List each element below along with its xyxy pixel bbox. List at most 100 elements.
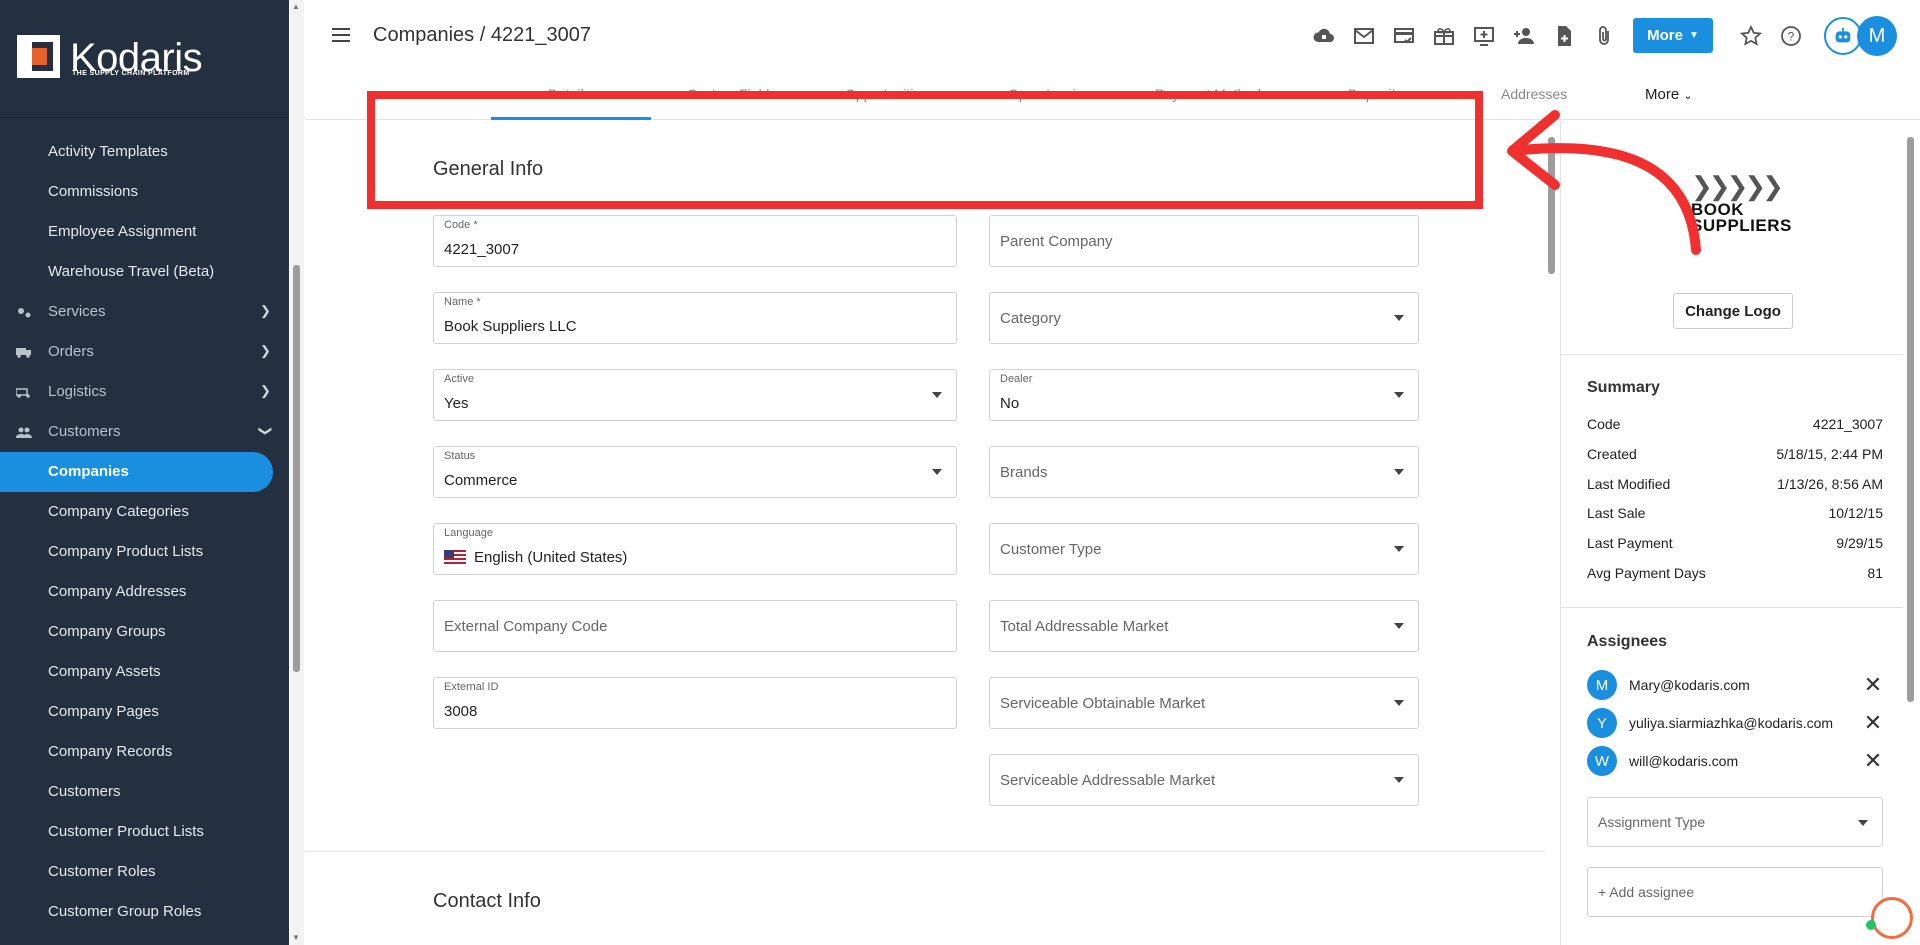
truck-icon: [16, 345, 32, 358]
code-field[interactable]: Code * 4221_3007: [433, 215, 957, 267]
logo-area[interactable]: Kodaris THE SUPPLY CHAIN PLATFORM: [0, 0, 289, 118]
summary-value: 4221_3007: [1812, 416, 1883, 432]
language-field[interactable]: Language English (United States): [433, 523, 957, 575]
sidebar-item-label: Customer Roles: [48, 862, 156, 880]
chevron-down-icon: [932, 392, 942, 398]
field-placeholder: Customer Type: [1000, 541, 1102, 558]
dealer-select[interactable]: Dealer No: [989, 369, 1419, 421]
sidebar-item-services[interactable]: Services ❯: [0, 291, 289, 331]
summary-row: Last Payment 9/29/15: [1587, 535, 1883, 551]
sidebar-item-label: Company Product Lists: [48, 542, 204, 560]
sidebar-item-customers[interactable]: Customers ❯: [0, 411, 289, 451]
more-button[interactable]: More ▼: [1633, 18, 1713, 53]
services-icon: [16, 305, 32, 318]
sidebar-item-warehouse-travel-beta[interactable]: Warehouse Travel (Beta): [0, 251, 289, 291]
close-icon[interactable]: ✕: [1863, 672, 1883, 698]
add-assignee-input[interactable]: + Add assignee: [1587, 867, 1883, 917]
category-select[interactable]: Category: [989, 292, 1419, 344]
assignees-title: Assignees: [1587, 633, 1668, 650]
field-placeholder: Total Addressable Market: [1000, 618, 1169, 635]
help-icon[interactable]: ?: [1779, 24, 1803, 48]
sidebar-item-customer-group-roles[interactable]: Customer Group Roles: [0, 891, 289, 931]
chevron-down-icon: [932, 469, 942, 475]
person-add-icon[interactable]: [1512, 24, 1536, 48]
close-icon[interactable]: ✕: [1863, 748, 1883, 774]
scroll-down-icon[interactable]: ▼: [292, 933, 300, 942]
menu-icon[interactable]: [332, 28, 350, 42]
field-value: Book Suppliers LLC: [444, 318, 577, 335]
sidebar-item-companies[interactable]: Companies: [0, 451, 289, 492]
chevron-down-icon: [1394, 315, 1404, 321]
serviceable-obtainable-market-select[interactable]: Serviceable Obtainable Market: [989, 677, 1419, 729]
user-avatar[interactable]: M: [1857, 16, 1897, 56]
sidebar-item-company-pages[interactable]: Company Pages: [0, 691, 289, 731]
sidebar-item-label: Company Assets: [48, 662, 161, 680]
sidebar-item-orders[interactable]: Orders ❯: [0, 331, 289, 371]
page-title: Companies / 4221_3007: [373, 24, 591, 46]
card-check-icon[interactable]: [1392, 24, 1416, 48]
sidebar-item-customer-product-lists[interactable]: Customer Product Lists: [0, 811, 289, 851]
sidebar-item-customer-roles[interactable]: Customer Roles: [0, 851, 289, 891]
summary-key: Code: [1587, 416, 1621, 432]
sidebar-item-logistics[interactable]: Logistics ❯: [0, 371, 289, 411]
field-label: External ID: [444, 681, 499, 693]
sidebar-item-activity-templates[interactable]: Activity Templates: [0, 131, 289, 171]
active-select[interactable]: Active Yes: [433, 369, 957, 421]
cloud-lock-icon[interactable]: [1312, 24, 1336, 48]
customer-type-select[interactable]: Customer Type: [989, 523, 1419, 575]
sidebar-item-employee-assignment[interactable]: Employee Assignment: [0, 211, 289, 251]
total-addressable-market-select[interactable]: Total Addressable Market: [989, 600, 1419, 652]
change-logo-button[interactable]: Change Logo: [1673, 293, 1793, 329]
panel-scroll-thumb[interactable]: [1907, 137, 1914, 702]
sidebar-item-label: Warehouse Travel (Beta): [48, 262, 215, 280]
file-add-icon[interactable]: [1552, 24, 1576, 48]
sidebar-item-company-assets[interactable]: Company Assets: [0, 651, 289, 691]
sidebar-item-company-categories[interactable]: Company Categories: [0, 491, 289, 531]
field-value: No: [1000, 395, 1020, 412]
sidebar-item-company-addresses[interactable]: Company Addresses: [0, 571, 289, 611]
parent-company-field[interactable]: Parent Company: [989, 215, 1419, 267]
sidebar-item-company-records[interactable]: Company Records: [0, 731, 289, 771]
field-placeholder: Parent Company: [1000, 233, 1113, 250]
logistics-icon: [15, 385, 32, 398]
external-id-field[interactable]: External ID 3008: [433, 677, 957, 729]
sidebar-item-label: Company Records: [48, 742, 173, 760]
chat-support-icon[interactable]: [1871, 897, 1913, 939]
name-field[interactable]: Name * Book Suppliers LLC: [433, 292, 957, 344]
summary-value: 5/18/15, 2:44 PM: [1776, 445, 1883, 462]
external-company-code-field[interactable]: External Company Code: [433, 600, 957, 652]
scroll-up-icon[interactable]: ▲: [292, 2, 300, 11]
summary-row: Created 5/18/15, 2:44 PM: [1587, 446, 1883, 462]
sidebar-item-commissions[interactable]: Commissions: [0, 171, 289, 211]
us-flag-icon: [444, 550, 466, 564]
chevron-right-icon: ❯: [260, 343, 271, 358]
screen-add-icon[interactable]: [1472, 24, 1496, 48]
mail-icon[interactable]: [1352, 24, 1376, 48]
sidebar-scroll-thumb[interactable]: [293, 265, 300, 672]
sidebar-item-company-groups[interactable]: Company Groups: [0, 611, 289, 651]
assignee-row: M Mary@kodaris.com ✕: [1587, 670, 1883, 700]
summary-row: Code 4221_3007: [1587, 416, 1883, 432]
summary-row: Last Modified 1/13/26, 8:56 AM: [1587, 476, 1883, 492]
sidebar-item-customers[interactable]: Customers: [0, 771, 289, 811]
brands-select[interactable]: Brands: [989, 446, 1419, 498]
gift-icon[interactable]: [1432, 24, 1456, 48]
field-label: Active: [444, 373, 474, 385]
kodaris-logo-icon: [17, 35, 60, 78]
sidebar-item-company-product-lists[interactable]: Company Product Lists: [0, 531, 289, 571]
top-bar: Companies / 4221_3007 More ▼ ? M: [305, 0, 1920, 72]
sidebar-item-label: Orders: [48, 342, 94, 360]
status-select[interactable]: Status Commerce: [433, 446, 957, 498]
sidebar-item-label: Company Addresses: [48, 582, 187, 600]
sidebar-item-label: Commissions: [48, 182, 139, 200]
paperclip-icon[interactable]: [1592, 24, 1616, 48]
summary-value: 1/13/26, 8:56 AM: [1777, 475, 1883, 492]
field-placeholder: Serviceable Obtainable Market: [1000, 695, 1206, 712]
serviceable-addressable-market-select[interactable]: Serviceable Addressable Market: [989, 754, 1419, 806]
section-divider: [305, 851, 1545, 852]
chevron-down-icon: [1394, 392, 1404, 398]
assignment-type-select[interactable]: Assignment Type: [1587, 797, 1883, 847]
star-icon[interactable]: [1739, 24, 1763, 48]
close-icon[interactable]: ✕: [1863, 710, 1883, 736]
sidebar-item-label: Services: [48, 302, 106, 320]
